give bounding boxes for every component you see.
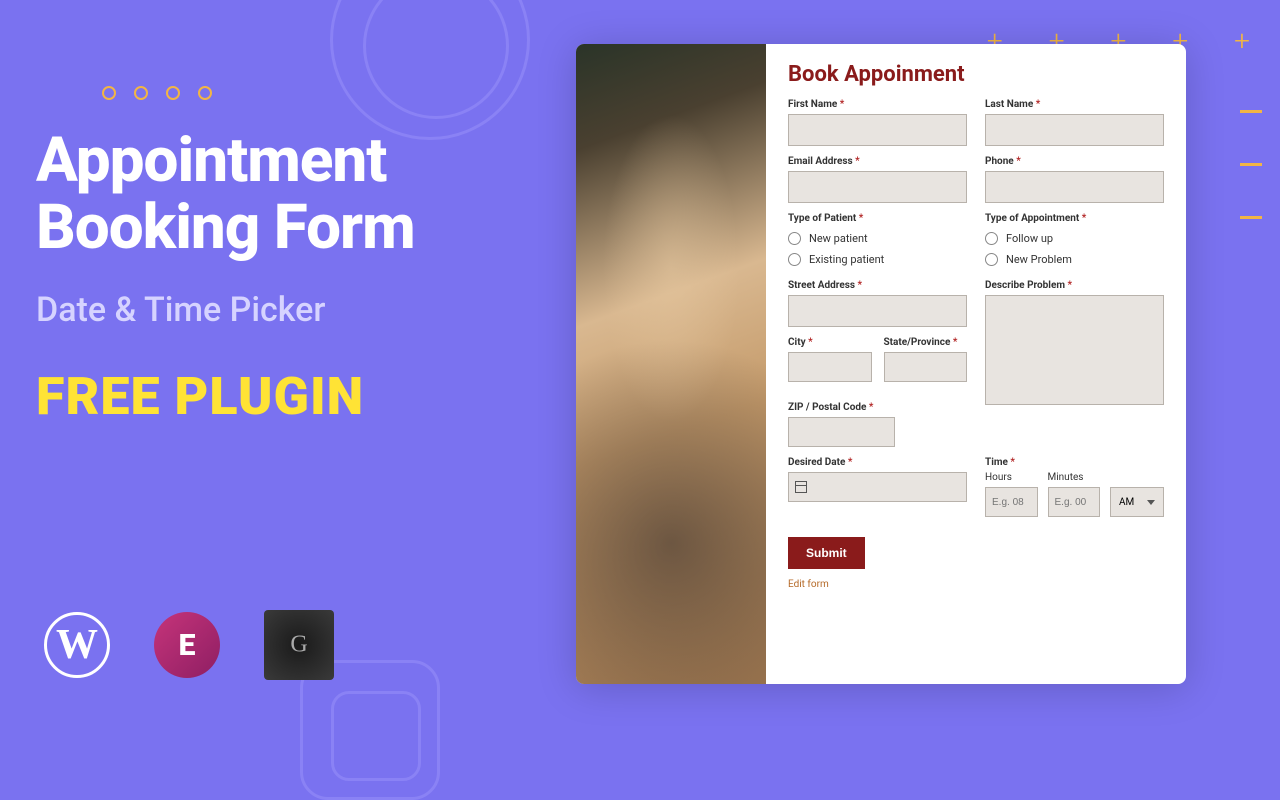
promo-title-line1: Appointment <box>36 128 556 195</box>
free-plugin-badge: FREE PLUGIN <box>36 366 556 427</box>
email-label: Email Address * <box>788 156 967 167</box>
zip-label: ZIP / Postal Code * <box>788 402 967 413</box>
decorative-circles <box>330 0 530 140</box>
patient-type-label: Type of Patient * <box>788 213 967 224</box>
state-label: State/Province * <box>884 337 968 348</box>
radio-icon <box>985 232 998 245</box>
first-name-input[interactable] <box>788 114 967 146</box>
decorative-dash-col <box>1240 110 1262 219</box>
calendar-icon <box>795 481 807 493</box>
decorative-squares <box>300 660 440 800</box>
date-label: Desired Date * <box>788 457 967 468</box>
chevron-down-icon <box>1147 500 1155 505</box>
form-hero-photo <box>576 44 766 684</box>
appointment-type-option-newproblem[interactable]: New Problem <box>985 253 1164 266</box>
appointment-type-option-followup[interactable]: Follow up <box>985 232 1164 245</box>
minutes-input[interactable] <box>1048 487 1101 517</box>
radio-icon <box>788 232 801 245</box>
promo-left-column: Appointment Booking Form Date & Time Pic… <box>36 128 556 427</box>
phone-label: Phone * <box>985 156 1164 167</box>
zip-input[interactable] <box>788 417 895 447</box>
last-name-input[interactable] <box>985 114 1164 146</box>
describe-label: Describe Problem * <box>985 280 1164 291</box>
edit-form-link[interactable]: Edit form <box>788 579 829 590</box>
hours-input[interactable] <box>985 487 1038 517</box>
ampm-select[interactable]: AM <box>1110 487 1164 517</box>
city-input[interactable] <box>788 352 872 382</box>
logo-row: W E <box>44 610 334 680</box>
time-label: Time * <box>985 457 1164 468</box>
city-label: City * <box>788 337 872 348</box>
describe-textarea[interactable] <box>985 295 1164 405</box>
street-label: Street Address * <box>788 280 967 291</box>
promo-subtitle: Date & Time Picker <box>36 290 556 330</box>
form-title: Book Appoinment <box>788 62 1164 87</box>
submit-button[interactable]: Submit <box>788 537 865 569</box>
first-name-label: First Name * <box>788 99 967 110</box>
radio-icon <box>985 253 998 266</box>
hours-sublabel: Hours <box>985 472 1038 483</box>
wordpress-logo-icon: W <box>44 612 110 678</box>
phone-input[interactable] <box>985 171 1164 203</box>
patient-type-option-existing[interactable]: Existing patient <box>788 253 967 266</box>
street-input[interactable] <box>788 295 967 327</box>
patient-type-option-new[interactable]: New patient <box>788 232 967 245</box>
decorative-dots <box>102 86 212 100</box>
gutenberg-logo-icon <box>264 610 334 680</box>
date-input[interactable] <box>788 472 967 502</box>
email-input[interactable] <box>788 171 967 203</box>
form-preview-card: Book Appoinment First Name * Last Name *… <box>576 44 1186 684</box>
promo-title-line2: Booking Form <box>36 195 556 262</box>
appointment-form: Book Appoinment First Name * Last Name *… <box>766 44 1186 684</box>
appointment-type-label: Type of Appointment * <box>985 213 1164 224</box>
minutes-sublabel: Minutes <box>1048 472 1101 483</box>
elementor-logo-icon: E <box>154 612 220 678</box>
last-name-label: Last Name * <box>985 99 1164 110</box>
radio-icon <box>788 253 801 266</box>
state-input[interactable] <box>884 352 968 382</box>
